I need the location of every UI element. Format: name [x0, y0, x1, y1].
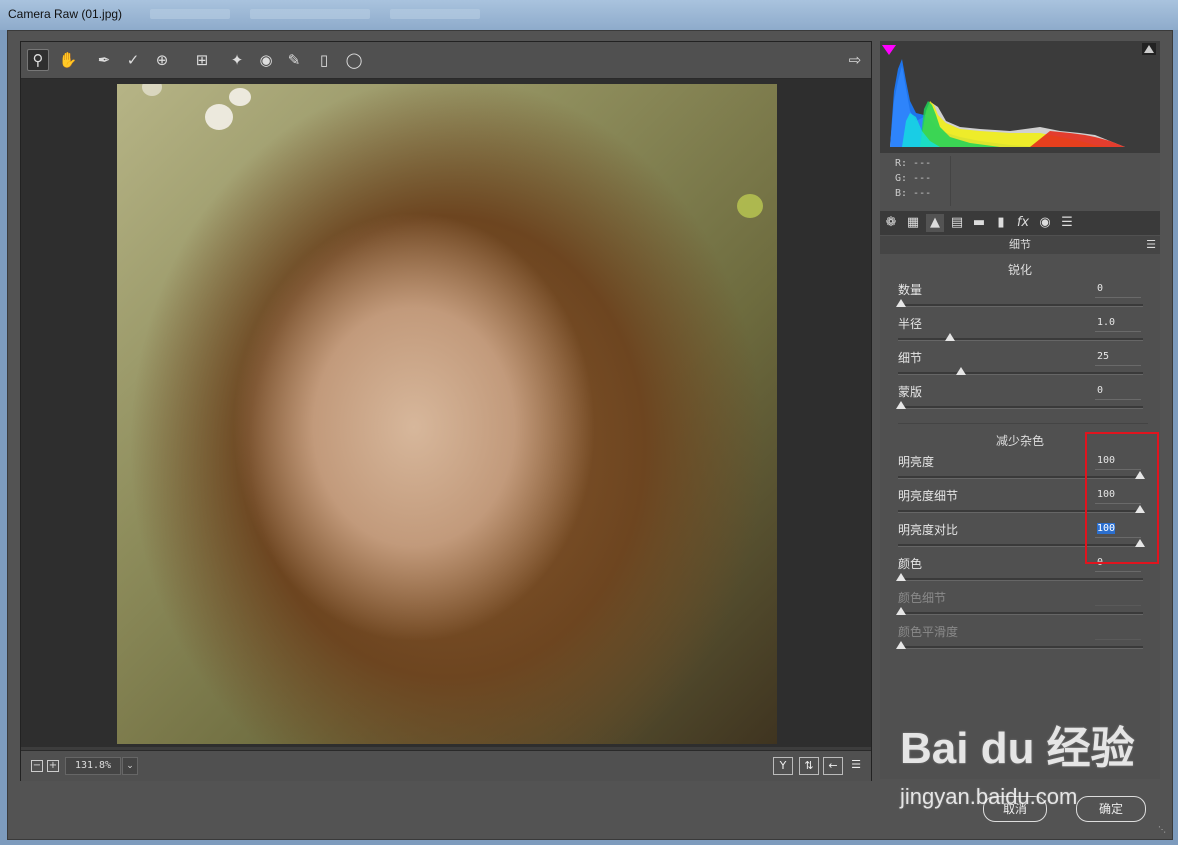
panel-header: 细节 ☰	[880, 236, 1160, 254]
image-canvas[interactable]	[21, 79, 871, 747]
hand-tool-icon[interactable]: ✋	[57, 49, 79, 71]
slider-thumb[interactable]	[956, 367, 966, 375]
white-balance-tool-icon[interactable]: ✒	[93, 49, 115, 71]
slider-label: 颜色平滑度	[898, 625, 959, 639]
zoom-tool-icon[interactable]: ⚲	[27, 49, 49, 71]
presets-tab-icon[interactable]: ☰	[1058, 214, 1076, 232]
slider-track[interactable]	[898, 338, 1143, 341]
radial-filter-tool-icon[interactable]: ◯	[343, 49, 365, 71]
sharpen-radius-slider[interactable]: 半径 1.0	[898, 315, 1143, 349]
slider-label: 蒙版	[898, 385, 923, 399]
blue-readout: B: ---	[895, 188, 932, 199]
sharpen-masking-slider[interactable]: 蒙版 0	[896, 383, 1143, 417]
panel-menu-icon[interactable]: ☰	[1146, 236, 1156, 254]
red-readout: R: ---	[895, 158, 932, 169]
zoom-out-button[interactable]: −	[31, 760, 43, 772]
sharpen-detail-slider[interactable]: 细节 25	[898, 349, 1143, 383]
status-bar: − + 131.8% ⌄ Y ⇅ ← ☰	[21, 750, 871, 781]
watermark-logo: Bai du 经验	[900, 724, 1135, 773]
spot-removal-tool-icon[interactable]: ✦	[226, 49, 248, 71]
rgb-readout: R: --- G: --- B: ---	[880, 156, 951, 206]
slider-track[interactable]	[898, 406, 1143, 409]
slider-label: 明亮度对比	[898, 523, 959, 537]
split-toning-tab-icon[interactable]: ▬	[970, 214, 988, 232]
green-readout: G: ---	[895, 173, 932, 184]
panel-title: 细节	[1009, 238, 1031, 251]
baidu-jingyan-watermark: Bai du 经验 jingyan.baidu.com	[900, 712, 1160, 832]
adjustment-brush-tool-icon[interactable]: ✎	[283, 49, 305, 71]
sharpen-amount-slider[interactable]: 数量 0	[896, 281, 1143, 315]
blurred-title-area	[250, 9, 370, 19]
preview-panel: ⚲ ✋ ✒ ✓ ⊕ ⊞ ✦ ◉ ✎ ▯ ◯ ⇨ − + 131.8% ⌄ Y ⇅…	[20, 41, 872, 781]
histogram	[880, 41, 1160, 153]
basic-tab-icon[interactable]: ❁	[882, 214, 900, 232]
slider-label: 颜色细节	[898, 591, 947, 605]
swap-settings-icon[interactable]: ⇅	[799, 757, 819, 775]
targeted-adjustment-tool-icon[interactable]: ⊕	[151, 49, 173, 71]
slider-track[interactable]	[898, 578, 1143, 581]
export-icon[interactable]: ⇨	[844, 49, 866, 71]
zoom-in-button[interactable]: +	[47, 760, 59, 772]
color-detail-slider: 颜色细节	[896, 589, 1143, 623]
lens-corrections-tab-icon[interactable]: ▮	[992, 214, 1010, 232]
blurred-title-area	[150, 9, 230, 19]
slider-value-field[interactable]: 0	[1095, 281, 1141, 298]
slider-track	[898, 612, 1143, 615]
slider-value-field	[1095, 589, 1141, 606]
adjustments-panel: R: --- G: --- B: --- ❁ ▦ ▲ ▤ ▬ ▮ fx ◉ ☰ …	[880, 41, 1160, 779]
slider-label: 半径	[898, 317, 923, 331]
slider-value-field[interactable]: 25	[1095, 349, 1141, 366]
hsl-tab-icon[interactable]: ▤	[948, 214, 966, 232]
slider-thumb	[896, 607, 906, 615]
crop-tool-icon[interactable]: ⊞	[191, 49, 213, 71]
slider-label: 明亮度细节	[898, 489, 959, 503]
slider-track	[898, 646, 1143, 649]
histogram-graph	[880, 41, 1160, 153]
effects-tab-icon[interactable]: fx	[1014, 214, 1032, 232]
highlight-annotation-box	[1085, 432, 1159, 564]
camera-calibration-tab-icon[interactable]: ◉	[1036, 214, 1054, 232]
tool-bar: ⚲ ✋ ✒ ✓ ⊕ ⊞ ✦ ◉ ✎ ▯ ◯ ⇨	[21, 42, 871, 79]
slider-label: 细节	[898, 351, 923, 365]
before-after-view-icon[interactable]: Y	[773, 757, 793, 775]
section-divider	[898, 423, 1148, 424]
graduated-filter-tool-icon[interactable]: ▯	[313, 49, 335, 71]
slider-thumb[interactable]	[945, 333, 955, 341]
blurred-title-area	[390, 9, 480, 19]
slider-thumb[interactable]	[896, 299, 906, 307]
watermark-url: jingyan.baidu.com	[900, 784, 1078, 809]
panel-tabs: ❁ ▦ ▲ ▤ ▬ ▮ fx ◉ ☰	[880, 211, 1160, 235]
slider-thumb[interactable]	[896, 573, 906, 581]
slider-thumb[interactable]	[896, 401, 906, 409]
zoom-dropdown-chevron-icon[interactable]: ⌄	[122, 757, 138, 775]
slider-value-field[interactable]: 1.0	[1095, 315, 1141, 332]
zoom-level-field[interactable]: 131.8%	[65, 757, 121, 775]
slider-thumb	[896, 641, 906, 649]
detail-tab-icon[interactable]: ▲	[926, 214, 944, 232]
window-title: Camera Raw (01.jpg)	[8, 7, 123, 21]
preview-image	[117, 84, 777, 744]
color-sampler-tool-icon[interactable]: ✓	[122, 49, 144, 71]
copy-settings-icon[interactable]: ←	[823, 757, 843, 775]
slider-track[interactable]	[898, 372, 1143, 375]
slider-label: 颜色	[898, 557, 923, 571]
slider-track[interactable]	[898, 304, 1143, 307]
slider-label: 数量	[898, 283, 923, 297]
tone-curve-tab-icon[interactable]: ▦	[904, 214, 922, 232]
sharpen-heading: 锐化	[1007, 263, 1032, 277]
red-eye-removal-tool-icon[interactable]: ◉	[255, 49, 277, 71]
color-smoothness-slider: 颜色平滑度	[896, 623, 1143, 657]
toggle-settings-icon[interactable]: ☰	[847, 757, 865, 773]
slider-label: 明亮度	[898, 455, 935, 469]
slider-value-field[interactable]: 0	[1095, 383, 1141, 400]
window-titlebar: Camera Raw (01.jpg)	[0, 0, 1178, 30]
slider-value-field	[1095, 623, 1141, 640]
